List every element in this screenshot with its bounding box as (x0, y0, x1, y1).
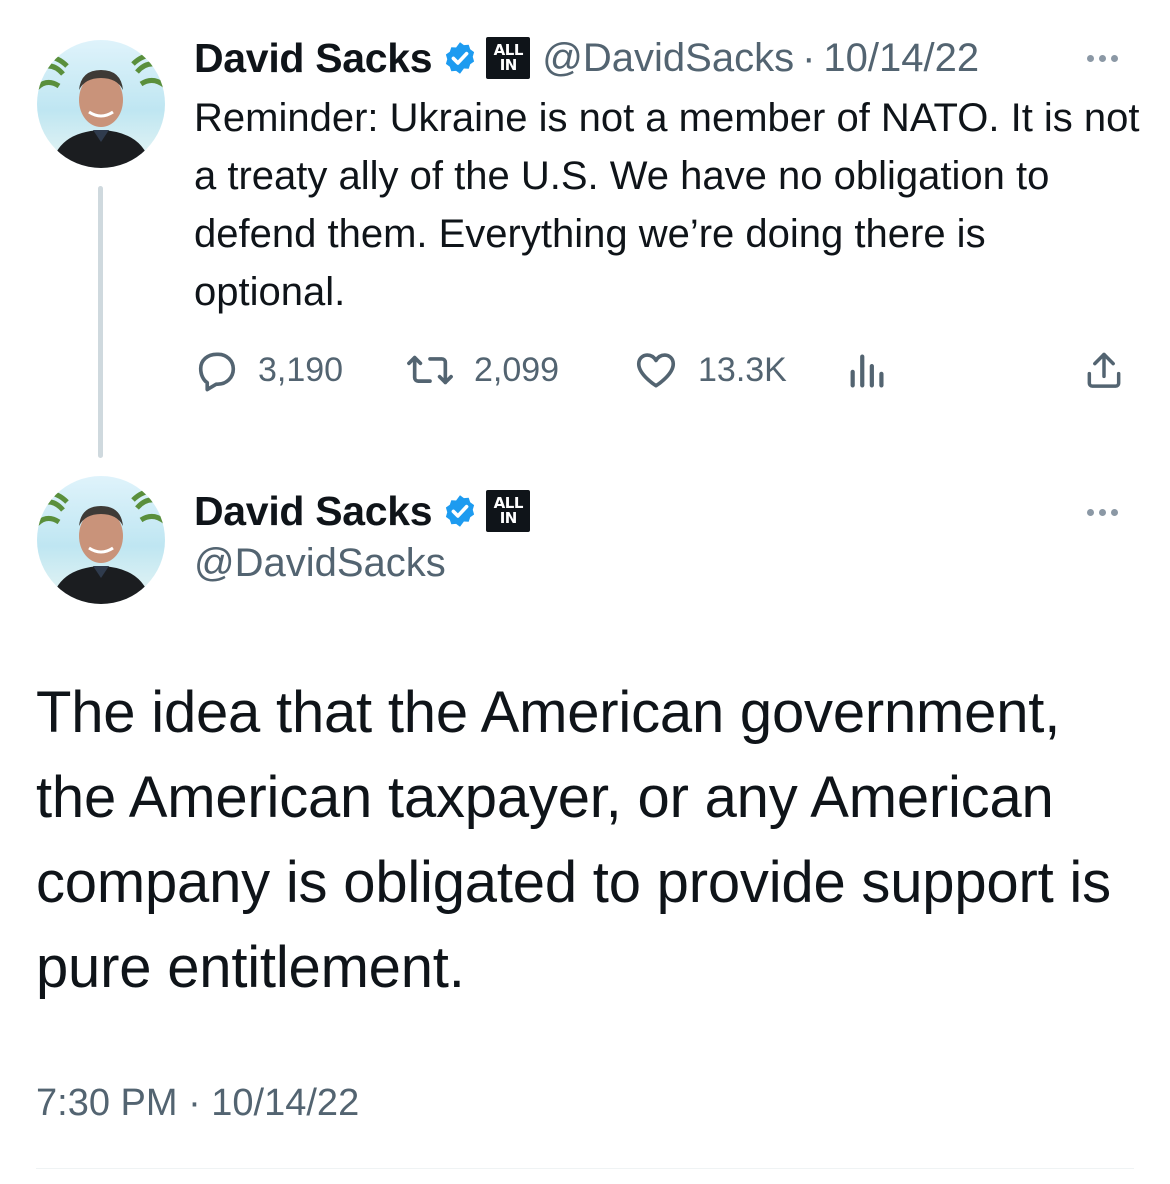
more-icon[interactable] (1087, 55, 1118, 62)
reply-count: 3,190 (258, 350, 344, 389)
verified-icon (446, 495, 475, 527)
all-in-badge-icon[interactable]: ALL IN (486, 490, 531, 532)
more-icon[interactable] (1087, 509, 1118, 516)
like-count: 13.3K (698, 350, 787, 389)
share-icon (1087, 352, 1121, 388)
reply-icon (198, 352, 236, 392)
tweet-date[interactable]: 10/14/22 (823, 36, 979, 81)
analytics-button[interactable] (846, 340, 890, 400)
retweet-button[interactable]: 2,099 (404, 340, 559, 400)
avatar-photo (37, 40, 165, 168)
tweet-text: Reminder: Ukraine is not a member of NAT… (194, 96, 1140, 314)
tweet-timestamp[interactable]: 7:30 PM · 10/14/22 (36, 1082, 359, 1125)
retweet-icon (407, 355, 453, 385)
share-button[interactable] (1082, 340, 1126, 400)
tweet2-header: David Sacks ALL IN (194, 486, 531, 536)
badge-line-2: IN (499, 56, 518, 74)
author-name[interactable]: David Sacks (194, 488, 433, 535)
avatar[interactable] (37, 476, 165, 604)
tweet-thread: David Sacks ALL IN @DavidSacks · 10/14/2… (0, 0, 1170, 1184)
divider (36, 1168, 1134, 1169)
analytics-icon (850, 354, 884, 388)
verified-icon (446, 42, 475, 74)
like-button[interactable]: 13.3K (632, 340, 787, 400)
retweet-count: 2,099 (474, 350, 560, 389)
author-name[interactable]: David Sacks (194, 35, 433, 82)
reply-button[interactable]: 3,190 (194, 340, 343, 400)
badge-line-2: IN (499, 509, 518, 527)
separator-dot: · (802, 35, 816, 80)
tweet-actions: 3,190 2,099 13.3K (194, 340, 1134, 400)
tweet-text: The idea that the American government, t… (36, 680, 1111, 1000)
all-in-badge-icon[interactable]: ALL IN (486, 37, 531, 79)
like-icon (636, 353, 676, 388)
thread-connector-line (98, 186, 103, 458)
avatar-photo (37, 476, 165, 604)
author-handle[interactable]: @DavidSacks (542, 36, 794, 81)
author-handle[interactable]: @DavidSacks (194, 541, 446, 586)
tweet1-header: David Sacks ALL IN @DavidSacks · 10/14/2… (194, 33, 979, 83)
avatar[interactable] (37, 40, 165, 168)
